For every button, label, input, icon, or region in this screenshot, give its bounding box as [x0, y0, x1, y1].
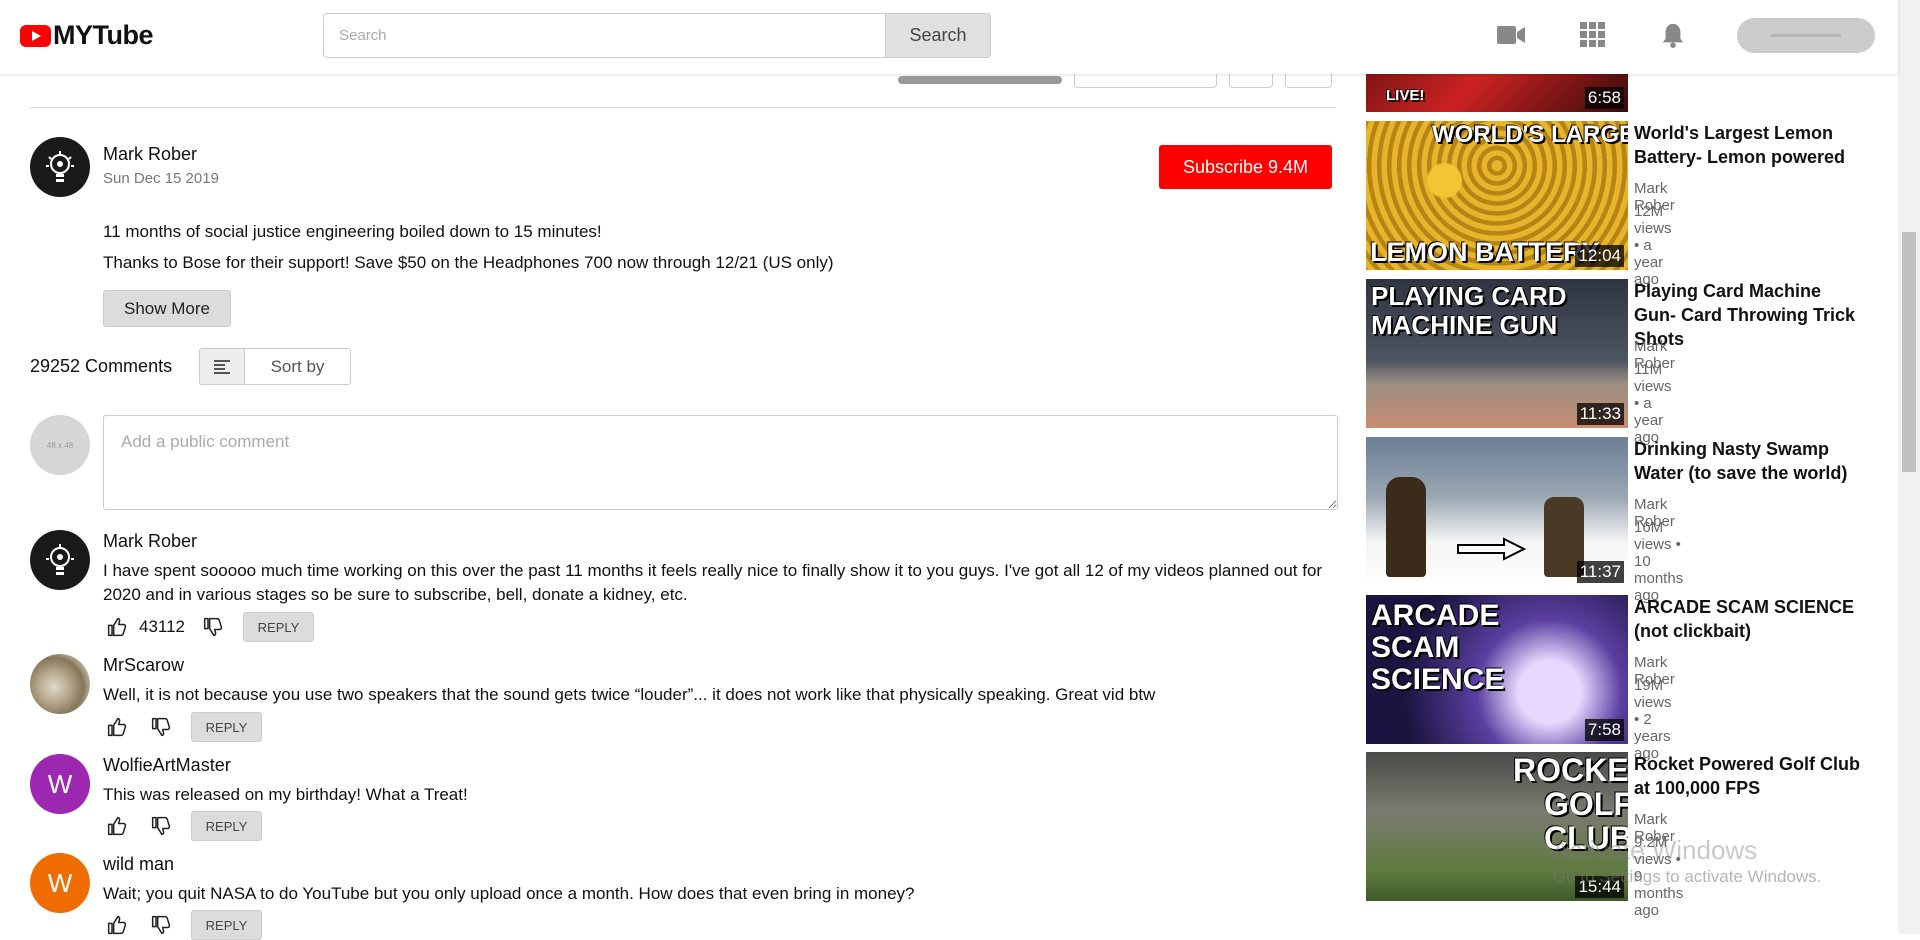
reply-button[interactable]: REPLY — [191, 811, 262, 841]
bell-icon[interactable] — [1658, 22, 1688, 48]
comment-avatar[interactable] — [30, 654, 90, 714]
related-video-card[interactable]: PLAYING CARD MACHINE GUN 11:33 Playing C… — [1366, 279, 1855, 446]
comment-count: 29252 Comments — [30, 356, 173, 376]
comment-author[interactable]: WolfieArtMaster — [103, 755, 231, 776]
main-column: Mark Rober Sun Dec 15 2019 Subscribe 9.4… — [0, 0, 1360, 940]
related-video-card[interactable]: ARCADE SCAM SCIENCE 7:58 ARCADE SCAM SCI… — [1366, 595, 1854, 762]
publish-date: Sun Dec 15 2019 — [103, 170, 219, 187]
divider — [30, 107, 1336, 108]
search-input[interactable] — [323, 13, 886, 58]
description-line: Thanks to Bose for their support! Save $… — [103, 253, 834, 272]
video-meta: 11M views • a year ago — [1634, 361, 1672, 446]
comment-text: I have spent sooooo much time working on… — [103, 561, 1323, 604]
video-thumbnail[interactable]: PLAYING CARD MACHINE GUN 11:33 — [1366, 279, 1628, 428]
video-thumbnail[interactable]: 11:37 — [1366, 437, 1628, 586]
sort-icon — [200, 349, 245, 384]
avatar-placeholder: 48 x 48 — [46, 440, 74, 450]
channel-name[interactable]: Mark Rober — [103, 144, 197, 165]
video-title[interactable]: Drinking Nasty Swamp Water (to save the … — [1634, 437, 1866, 485]
thumbnail-text: LIVE! — [1386, 87, 1425, 104]
video-duration: 12:04 — [1575, 245, 1624, 267]
lightbulb-gear-icon — [46, 151, 74, 182]
video-thumbnail[interactable]: ARCADE SCAM SCIENCE 7:58 — [1366, 595, 1628, 744]
thumbnail-text: LEMON BATTERY — [1370, 237, 1600, 267]
comment-avatar[interactable] — [30, 530, 90, 590]
thumbnail-text: SCIENCE — [1371, 663, 1505, 696]
video-title[interactable]: ARCADE SCAM SCIENCE (not clickbait) — [1634, 595, 1866, 643]
lightbulb-gear-icon — [46, 544, 74, 575]
username-placeholder — [1771, 34, 1841, 37]
comment-author[interactable]: wild man — [103, 854, 174, 875]
top-header: MYTube Search — [0, 0, 1898, 74]
activate-windows-text: Go to Settings to activate Windows. — [1553, 867, 1822, 886]
video-meta: 12M views • a year ago — [1634, 203, 1672, 288]
comment-actions: REPLY — [103, 811, 262, 841]
subscribe-button[interactable]: Subscribe 9.4M — [1159, 145, 1332, 189]
video-duration: 7:58 — [1584, 719, 1624, 741]
sort-button[interactable]: Sort by — [199, 348, 351, 385]
search-button[interactable]: Search — [885, 13, 991, 58]
comment-author[interactable]: Mark Rober — [103, 531, 197, 552]
reply-button[interactable]: REPLY — [191, 910, 262, 940]
logo[interactable]: MYTube — [20, 20, 154, 51]
logo-text: MYTube — [53, 20, 154, 50]
related-video-card[interactable]: WORLD'S LARGEST LEMON BATTERY 12:04 Worl… — [1366, 121, 1845, 288]
thumbs-down-icon[interactable] — [201, 615, 225, 639]
thumbnail-text: PLAYING CARD — [1371, 281, 1567, 311]
play-logo-icon — [20, 24, 51, 47]
video-thumbnail[interactable]: WORLD'S LARGEST LEMON BATTERY 12:04 — [1366, 121, 1628, 270]
current-user-avatar: 48 x 48 — [30, 415, 90, 475]
thumbs-down-icon[interactable] — [149, 814, 173, 838]
page-scrollbar[interactable] — [1898, 0, 1920, 934]
thumbnail-text: SCAM — [1371, 631, 1460, 664]
video-duration: 6:58 — [1584, 87, 1624, 109]
video-duration: 11:33 — [1576, 403, 1624, 425]
comment-text: Well, it is not because you use two spea… — [103, 685, 1156, 704]
arrow-right-icon — [1457, 537, 1526, 561]
apps-grid-icon[interactable] — [1578, 22, 1608, 48]
thumbs-up-icon[interactable] — [105, 913, 129, 937]
thumbs-down-icon[interactable] — [149, 913, 173, 937]
comment-input[interactable] — [103, 415, 1338, 510]
activate-windows-title: Activate Windows — [1552, 835, 1758, 865]
comment-actions: 43112 REPLY — [103, 612, 315, 642]
video-duration: 11:37 — [1576, 561, 1624, 583]
description-line: 11 months of social justice engineering … — [103, 222, 602, 241]
show-more-button[interactable]: Show More — [103, 290, 231, 327]
thumbnail-text: WORLD'S LARGEST — [1432, 121, 1628, 148]
video-meta: 16M views • 10 months ago — [1634, 519, 1684, 604]
thumbs-up-icon[interactable] — [105, 814, 129, 838]
like-count: 43112 — [139, 617, 186, 636]
comment-avatar[interactable]: W — [30, 754, 90, 814]
thumbs-up-icon[interactable] — [105, 715, 129, 739]
comment-actions: REPLY — [103, 712, 262, 742]
avatar-initial: W — [47, 867, 73, 898]
video-meta: 19M views • 2 years ago — [1634, 677, 1672, 762]
video-title[interactable]: World's Largest Lemon Battery- Lemon pow… — [1634, 121, 1866, 169]
thumbnail-text: GOLF — [1544, 786, 1628, 822]
reply-button[interactable]: REPLY — [243, 612, 315, 642]
comment-avatar[interactable]: W — [30, 853, 90, 913]
channel-avatar[interactable] — [30, 137, 90, 197]
scrollbar-thumb[interactable] — [1902, 232, 1916, 472]
bottle-left — [1386, 477, 1426, 577]
thumbnail-text: MACHINE GUN — [1371, 310, 1558, 340]
comment-actions: REPLY — [103, 910, 262, 940]
like-ratio-bar — [898, 76, 1062, 84]
video-camera-icon[interactable] — [1496, 22, 1526, 48]
sort-label: Sort by — [270, 356, 325, 376]
reply-button[interactable]: REPLY — [191, 712, 262, 742]
comment-text: This was released on my birthday! What a… — [103, 785, 468, 804]
thumbs-up-icon[interactable] — [105, 615, 129, 639]
avatar-initial: W — [47, 768, 73, 799]
comment-text: Wait; you quit NASA to do YouTube but yo… — [103, 884, 915, 903]
thumbnail-text: ROCKET — [1513, 752, 1628, 788]
thumbnail-text: ARCADE — [1371, 599, 1500, 632]
video-title[interactable]: Rocket Powered Golf Club at 100,000 FPS — [1634, 752, 1866, 800]
related-video-card[interactable]: 11:37 Drinking Nasty Swamp Water (to sav… — [1366, 437, 1847, 604]
user-account-button[interactable] — [1737, 18, 1875, 53]
thumbs-down-icon[interactable] — [149, 715, 173, 739]
comment-author[interactable]: MrScarow — [103, 655, 184, 676]
